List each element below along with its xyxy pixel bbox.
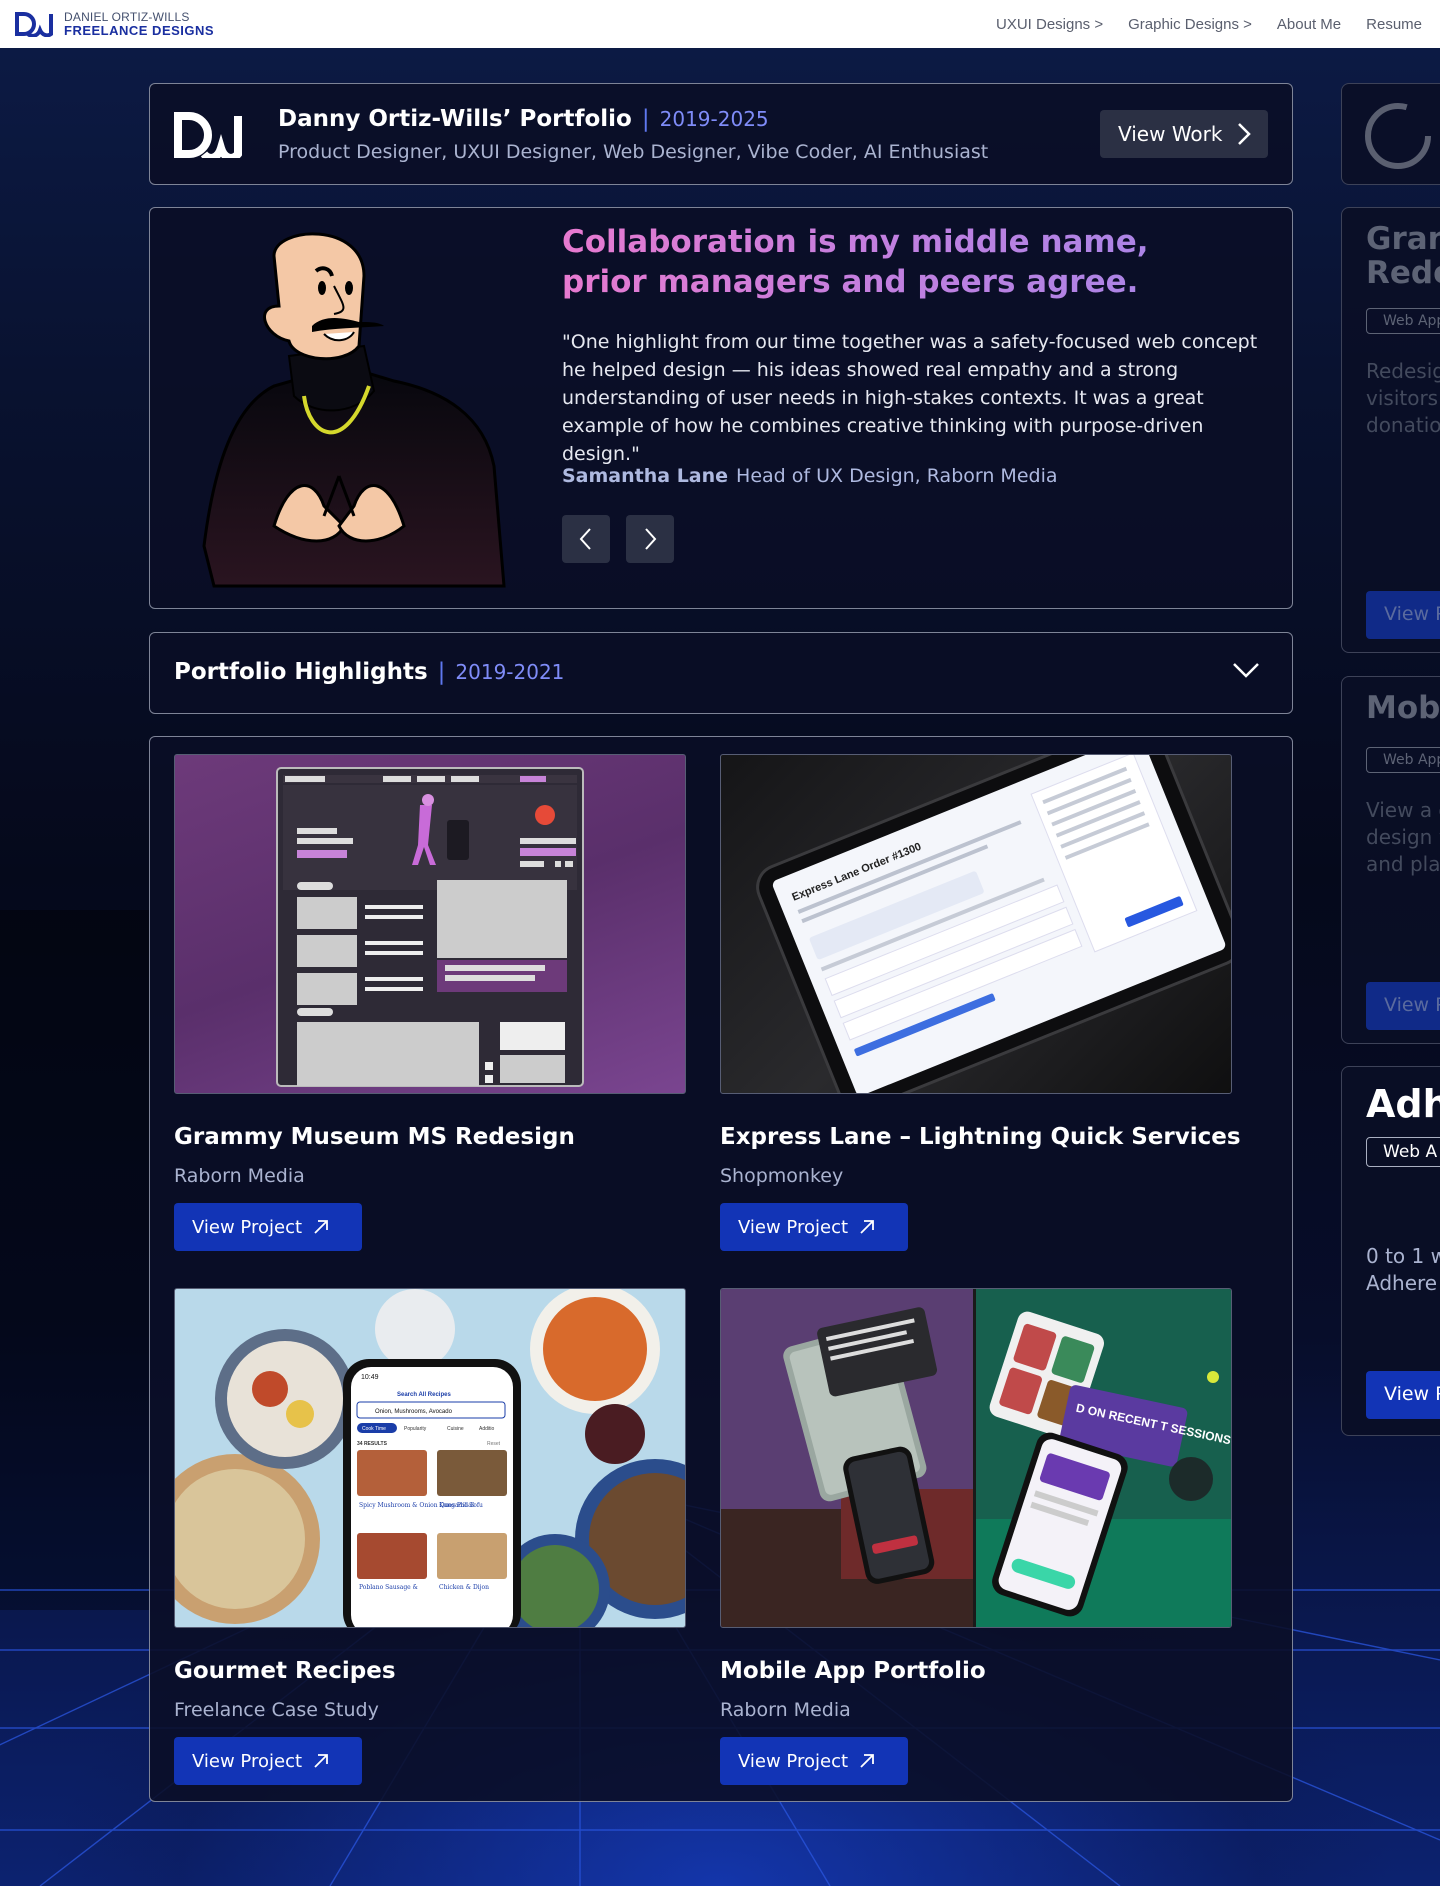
- portfolio-logo-icon: [174, 112, 242, 158]
- testimonial-quote: "One highlight from our time together wa…: [562, 331, 1258, 465]
- next-testimonial-button[interactable]: [626, 515, 674, 563]
- side-card-text: Redesig visitors donatio: [1366, 359, 1440, 437]
- recipe-name: Kung Pao Tofu: [439, 1502, 483, 1509]
- project-title: Gourmet Recipes: [174, 1658, 396, 1684]
- side-project-card: Gran Rede Web App Redesig visitors donat…: [1341, 207, 1440, 653]
- view-project-button[interactable]: View Project: [174, 1203, 362, 1251]
- side-project-card: Adh Web A 0 to 1 w Adhere i View P: [1341, 1066, 1440, 1436]
- chevron-right-icon: [645, 528, 657, 550]
- highlights-years: 2019-2021: [455, 660, 565, 684]
- project-client: Raborn Media: [174, 1165, 305, 1187]
- portfolio-title: Danny Ortiz-Wills’ Portfolio | 2019-2025: [278, 106, 769, 132]
- external-arrow-icon: [314, 1220, 328, 1234]
- chevron-down-icon: [1233, 663, 1259, 678]
- project-client: Freelance Case Study: [174, 1699, 379, 1721]
- mobile-apps-image: D ON RECENT T SESSIONS: [721, 1289, 1231, 1627]
- project-title: Express Lane – Lightning Quick Services: [720, 1124, 1241, 1150]
- project-thumbnail[interactable]: 10:49 Search All Recipes Onion, Mushroom…: [174, 1288, 686, 1628]
- phone-tab-cook-time: Cook Time: [362, 1426, 386, 1432]
- project-client: Shopmonkey: [720, 1165, 844, 1187]
- project-title: Mobile App Portfolio: [720, 1658, 986, 1684]
- phone-results-count: 34 RESULTS: [357, 1441, 388, 1447]
- side-card-tag: Web App: [1366, 308, 1440, 334]
- brand[interactable]: DANIEL ORTIZ-WILLS FREELANCE DESIGNS: [14, 11, 214, 37]
- side-view-project-button[interactable]: View P: [1366, 982, 1440, 1030]
- recipe-name: Poblano Sausage &: [359, 1584, 419, 1591]
- author-name: Samantha Lane: [562, 465, 729, 487]
- side-view-project-button[interactable]: View P: [1366, 591, 1440, 639]
- highlights-title: Portfolio Highlights | 2019-2021: [174, 659, 565, 685]
- phone-search-value: Onion, Mushrooms, Avocado: [375, 1409, 453, 1415]
- side-card-tag: Web A: [1366, 1137, 1440, 1167]
- external-arrow-icon: [860, 1754, 874, 1768]
- external-arrow-icon: [314, 1754, 328, 1768]
- testimonial-author: Samantha Lane Head of UX Design, Raborn M…: [562, 465, 1058, 487]
- project-thumbnail[interactable]: D ON RECENT T SESSIONS: [720, 1288, 1232, 1628]
- portfolio-subtitle: Product Designer, UXUI Designer, Web Des…: [278, 141, 989, 163]
- avatar-illustration: [202, 232, 506, 588]
- phone-tab-additional: Additio: [479, 1426, 495, 1432]
- portfolio-years: 2019-2025: [659, 107, 769, 131]
- side-view-project-button[interactable]: View P: [1366, 1371, 1440, 1419]
- view-work-button[interactable]: View Work: [1100, 110, 1268, 158]
- portfolio-highlights-toggle[interactable]: Portfolio Highlights | 2019-2021: [149, 632, 1293, 714]
- tablet-mockup-image: Express Lane Order #1300: [756, 755, 1231, 1093]
- chevron-right-icon: [1238, 123, 1251, 145]
- project-thumbnail[interactable]: [174, 754, 686, 1094]
- side-card-title: Gran Rede: [1366, 221, 1440, 291]
- phone-reset: Reset: [487, 1441, 501, 1447]
- side-project-card: Mobi Web App View a c design w and plat …: [1341, 676, 1440, 1044]
- recipes-app-image: 10:49 Search All Recipes Onion, Mushroom…: [175, 1289, 685, 1627]
- project-thumbnail[interactable]: Express Lane Order #1300: [720, 754, 1232, 1094]
- phone-time: 10:49: [361, 1374, 379, 1381]
- phone-tab-cuisine: Cuisine: [447, 1426, 464, 1432]
- portfolio-header-card: Danny Ortiz-Wills’ Portfolio | 2019-2025 P…: [149, 83, 1293, 185]
- grammy-wireframe-image: [276, 767, 584, 1087]
- testimonial-headline: Collaboration is my middle name, prior m…: [562, 222, 1242, 302]
- view-project-button[interactable]: View Project: [720, 1737, 908, 1785]
- side-logo-card: [1341, 83, 1440, 185]
- view-project-button[interactable]: View Project: [174, 1737, 362, 1785]
- view-project-button[interactable]: View Project: [720, 1203, 908, 1251]
- external-arrow-icon: [860, 1220, 874, 1234]
- phone-tab-popularity: Popularity: [404, 1426, 427, 1432]
- side-card-tag: Web App: [1366, 747, 1440, 773]
- previous-testimonial-button[interactable]: [562, 515, 610, 563]
- side-card-text: View a c design w and plat: [1366, 798, 1440, 876]
- recipe-name: Chicken & Dijon: [439, 1584, 489, 1591]
- projects-grid: Grammy Museum MS Redesign Raborn Media V…: [149, 736, 1293, 1802]
- chevron-left-icon: [579, 528, 591, 550]
- testimonial-card: Collaboration is my middle name, prior m…: [149, 207, 1293, 609]
- nav-uxui-designs[interactable]: UXUI Designs >: [996, 16, 1103, 33]
- brand-logo-icon: [15, 12, 53, 37]
- author-role: Head of UX Design, Raborn Media: [736, 465, 1058, 487]
- phone-search-title: Search All Recipes: [397, 1392, 451, 1398]
- project-title: Grammy Museum MS Redesign: [174, 1124, 575, 1150]
- loading-ring-icon: [1365, 103, 1431, 169]
- nav-about-me[interactable]: About Me: [1277, 16, 1341, 33]
- project-client: Raborn Media: [720, 1699, 851, 1721]
- nav-graphic-designs[interactable]: Graphic Designs >: [1128, 16, 1252, 33]
- side-card-title: Mobi: [1366, 690, 1440, 726]
- nav-resume[interactable]: Resume: [1366, 16, 1422, 33]
- side-card-text: 0 to 1 w Adhere i: [1366, 1244, 1440, 1295]
- side-card-title: Adh: [1366, 1082, 1440, 1126]
- brand-tagline: FREELANCE DESIGNS: [64, 23, 215, 38]
- top-nav: DANIEL ORTIZ-WILLS FREELANCE DESIGNS UXU…: [0, 0, 1440, 48]
